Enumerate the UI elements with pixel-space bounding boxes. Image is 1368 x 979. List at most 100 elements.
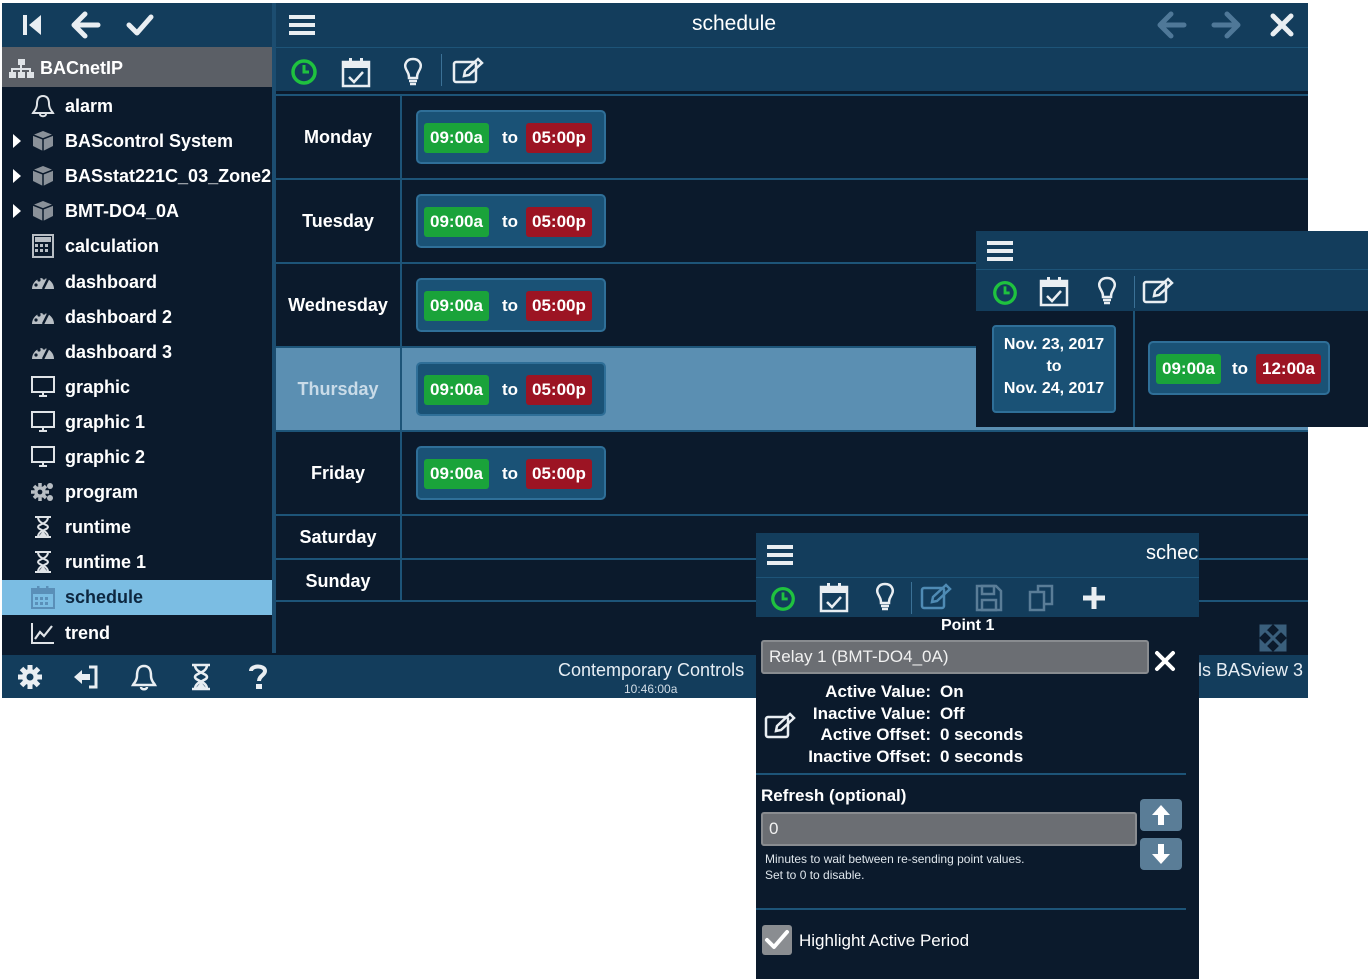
history-forward-button[interactable] — [1208, 11, 1244, 39]
edit-icon[interactable] — [1142, 276, 1176, 306]
sidebar-item-runtime[interactable]: runtime — [2, 510, 272, 545]
sidebar-item-bmt-do4-0a[interactable]: BMT-DO4_0A — [2, 194, 272, 229]
period-to: to — [502, 296, 519, 315]
sidebar-item-program[interactable]: program — [2, 475, 272, 510]
sidebar-item-label: dashboard — [65, 271, 158, 292]
hamburger-icon[interactable] — [986, 238, 1014, 264]
day-label: Sunday — [276, 560, 402, 602]
period-end: 12:00a — [1256, 354, 1321, 384]
period-to: to — [502, 212, 519, 231]
refresh-input[interactable]: 0 — [761, 812, 1137, 846]
calendar-check-icon[interactable] — [818, 581, 850, 613]
sidebar-item-trend[interactable]: trend — [2, 616, 272, 651]
sidebar-item-runtime-1[interactable]: runtime 1 — [2, 545, 272, 580]
day-label: Saturday — [276, 516, 402, 558]
alarms-button[interactable] — [126, 662, 162, 692]
time-period[interactable]: 09:00a to 05:00p — [416, 110, 606, 164]
section-divider — [756, 908, 1186, 910]
exception-toolbar — [976, 269, 1368, 311]
hamburger-icon[interactable] — [766, 542, 794, 568]
toolbar-divider — [441, 54, 442, 86]
sidebar-toolbar — [2, 3, 272, 47]
edit-button[interactable] — [452, 56, 486, 86]
refresh-label: Refresh (optional) — [761, 786, 907, 805]
sidebar-item-label: dashboard 3 — [65, 341, 173, 362]
sidebar-item-dashboard[interactable]: dashboard — [2, 265, 272, 300]
schedule-toolbar — [276, 47, 1308, 91]
expand-arrow-icon[interactable] — [13, 134, 21, 149]
property-label: Inactive Offset: — [808, 746, 931, 766]
sidebar-item-bascontrol-system[interactable]: BAScontrol System — [2, 124, 272, 159]
sidebar-item-schedule[interactable]: schedule — [2, 580, 272, 616]
day-label: Monday — [276, 96, 402, 178]
sidebar-item-graphic[interactable]: graphic — [2, 370, 272, 405]
save-icon[interactable] — [974, 583, 1004, 613]
settings-button[interactable] — [12, 662, 48, 692]
increment-button[interactable] — [1140, 799, 1182, 831]
sidebar-item-graphic-1[interactable]: graphic 1 — [2, 405, 272, 440]
expand-arrow-icon[interactable] — [13, 169, 21, 184]
sidebar-item-calculation[interactable]: calculation — [2, 229, 272, 264]
sidebar-item-label: BAScontrol System — [65, 131, 234, 152]
sidebar-item-label: calculation — [65, 236, 160, 257]
runtime-button[interactable] — [183, 662, 219, 692]
lightbulb-icon[interactable] — [870, 581, 900, 613]
period-end: 05:00p — [526, 207, 592, 237]
sidebar-item-dashboard-3[interactable]: dashboard 3 — [2, 335, 272, 370]
calendar-check-icon[interactable] — [1038, 275, 1070, 307]
sidebar-item-label: schedule — [65, 587, 144, 608]
expand-arrow-icon[interactable] — [13, 204, 21, 219]
copy-icon[interactable] — [1026, 582, 1058, 614]
point-select[interactable]: Relay 1 (BMT-DO4_0A) — [761, 640, 1149, 674]
refresh-help-line1: Minutes to wait between re-sending point… — [765, 852, 1025, 866]
back-button[interactable] — [68, 11, 104, 39]
close-icon[interactable] — [1154, 650, 1176, 672]
sidebar-item-label: graphic 2 — [65, 447, 146, 467]
period-start: 09:00a — [424, 123, 489, 153]
weekly-view-button[interactable] — [288, 56, 322, 86]
exception-view-button[interactable] — [340, 56, 374, 88]
time-period[interactable]: 09:00a to 05:00p — [416, 446, 606, 500]
plus-icon[interactable] — [1080, 584, 1108, 612]
time-period[interactable]: 09:00a to 05:00p — [416, 362, 606, 416]
help-button[interactable] — [240, 662, 276, 692]
sidebar-item-graphic-2[interactable]: graphic 2 — [2, 440, 272, 475]
arrow-right-icon — [1211, 11, 1241, 39]
close-button[interactable] — [1264, 11, 1300, 39]
history-back-button[interactable] — [1154, 11, 1190, 39]
time-period[interactable]: 09:00a to 05:00p — [416, 278, 606, 332]
gauge-icon — [30, 305, 56, 329]
lightbulb-icon[interactable] — [1092, 275, 1122, 307]
exception-date-range[interactable]: Nov. 23, 2017 to Nov. 24, 2017 — [992, 325, 1116, 413]
edit-icon[interactable] — [920, 582, 954, 612]
checkmark-icon — [765, 930, 789, 949]
edit-icon[interactable] — [764, 711, 798, 741]
sidebar-item-label: alarm — [65, 96, 114, 116]
clock-icon[interactable] — [768, 584, 798, 612]
logout-button[interactable] — [69, 662, 105, 692]
first-page-button[interactable] — [14, 11, 50, 39]
toolbar-divider — [1134, 276, 1135, 308]
sidebar-root[interactable]: BACnetIP — [2, 47, 272, 87]
period-to: to — [502, 464, 519, 483]
sidebar-item-basstat221c-03-zone2[interactable]: BASstat221C_03_Zone2 — [2, 159, 272, 194]
period-end: 05:00p — [526, 123, 592, 153]
day-label: Friday — [276, 432, 402, 514]
point-view-button[interactable] — [398, 56, 432, 86]
sidebar-item-dashboard-2[interactable]: dashboard 2 — [2, 300, 272, 335]
exception-time-period[interactable]: 09:00a to 12:00a — [1148, 341, 1330, 395]
time-period[interactable]: 09:00a to 05:00p — [416, 194, 606, 248]
fullscreen-icon[interactable] — [1258, 623, 1288, 653]
period-to: to — [502, 128, 519, 147]
confirm-button[interactable] — [122, 11, 158, 39]
decrement-button[interactable] — [1140, 838, 1182, 870]
gear-icon — [18, 665, 42, 689]
day-label: Tuesday — [276, 180, 402, 262]
period-start: 09:00a — [424, 291, 489, 321]
highlight-checkbox[interactable] — [762, 925, 792, 955]
clock-icon[interactable] — [990, 278, 1020, 306]
gauge-icon — [30, 340, 56, 364]
day-label: Thursday — [276, 348, 402, 430]
schedule-row-monday: Monday 09:00a to 05:00p — [276, 94, 1308, 178]
sidebar-item-alarm[interactable]: alarm — [2, 89, 272, 124]
